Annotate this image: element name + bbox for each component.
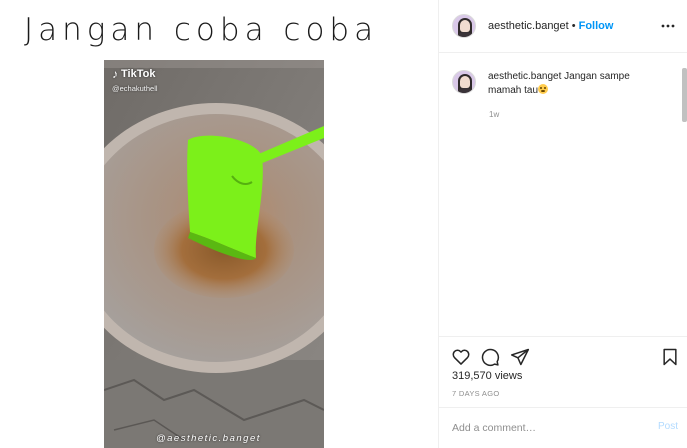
video-frame-image bbox=[104, 60, 324, 448]
share-icon[interactable] bbox=[510, 347, 530, 367]
tiktok-username: @echakuthell bbox=[112, 84, 158, 93]
comment-input[interactable] bbox=[452, 420, 632, 436]
action-bar bbox=[439, 336, 687, 374]
caption-username[interactable]: aesthetic.banget bbox=[488, 71, 561, 82]
caption-comment: aesthetic.banget Jangan sampe mamah tau bbox=[452, 70, 658, 98]
tiktok-brand: TikTok bbox=[121, 68, 156, 80]
heart-icon[interactable] bbox=[451, 347, 471, 367]
caption-avatar[interactable] bbox=[452, 70, 476, 94]
follow-button[interactable]: Follow bbox=[579, 20, 614, 32]
caption-timestamp[interactable]: 1w bbox=[489, 110, 499, 119]
video-player[interactable]: ♪ TikTok @echakuthell @aesthetic.banget bbox=[104, 60, 324, 448]
post-age[interactable]: 7 DAYS AGO bbox=[452, 389, 499, 398]
tiktok-logo: ♪ TikTok bbox=[112, 67, 155, 81]
post-button[interactable]: Post bbox=[658, 421, 678, 432]
tiktok-note-icon: ♪ bbox=[112, 67, 118, 81]
comments-scrollbar[interactable] bbox=[682, 68, 687, 122]
post-header: aesthetic.banget • Follow bbox=[439, 0, 687, 53]
views-count[interactable]: 319,570 views bbox=[452, 370, 522, 382]
comments-section[interactable]: aesthetic.banget Jangan sampe mamah tau … bbox=[439, 54, 687, 336]
bookmark-icon[interactable] bbox=[660, 347, 680, 367]
header-separator: • bbox=[571, 20, 576, 32]
caption-body: aesthetic.banget Jangan sampe mamah tau bbox=[488, 70, 658, 98]
media-overlay-title: Jangan coba coba bbox=[24, 12, 379, 48]
watermark: @aesthetic.banget bbox=[156, 433, 261, 444]
add-comment-bar: Post bbox=[439, 407, 687, 448]
comment-icon[interactable] bbox=[480, 347, 500, 367]
astonished-face-emoji bbox=[538, 84, 549, 94]
post-media: Jangan coba coba ♪ TikTok @echakuthell @… bbox=[0, 0, 438, 448]
post-side-panel: aesthetic.banget • Follow aesthetic.bang… bbox=[438, 0, 687, 448]
more-options-icon[interactable] bbox=[660, 17, 676, 35]
header-username[interactable]: aesthetic.banget bbox=[488, 20, 569, 32]
avatar[interactable] bbox=[452, 14, 476, 38]
